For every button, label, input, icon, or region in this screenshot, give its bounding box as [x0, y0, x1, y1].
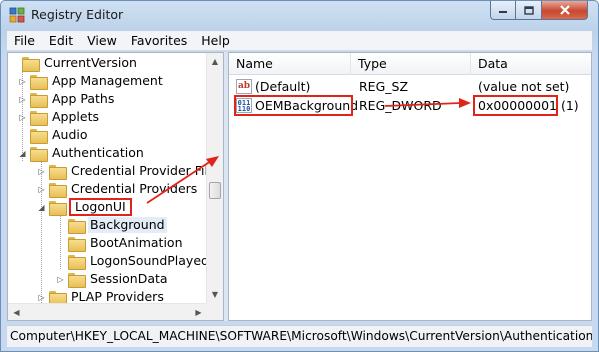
expand-arrow-icon[interactable]: ▷: [18, 95, 27, 104]
tree-item-currentversion[interactable]: CurrentVersion: [10, 54, 139, 72]
registry-editor-icon: [9, 7, 25, 23]
value-data: (value not set): [478, 79, 570, 94]
tree-item-label-highlighted: LogonUI: [69, 198, 132, 216]
folder-icon: [68, 236, 86, 252]
folder-icon: [30, 110, 48, 126]
value-type: REG_DWORD: [359, 98, 442, 113]
folder-icon: [22, 56, 40, 72]
folder-icon: [30, 74, 48, 90]
scroll-up-arrow-icon[interactable]: ▲: [207, 53, 223, 70]
tree-item-label: Credential Providers: [71, 181, 198, 196]
tree-vertical-scrollbar[interactable]: ▲ ▼: [206, 53, 223, 303]
tree-item-app-management[interactable]: ▷ App Management: [18, 72, 165, 90]
minimize-icon: [499, 11, 507, 13]
column-header-name[interactable]: Name: [229, 53, 351, 75]
value-row-default[interactable]: ab (Default) REG_SZ (value not set): [229, 78, 591, 96]
tree-item-logonsoundplayed[interactable]: LogonSoundPlayed: [68, 252, 211, 270]
tree-item-authentication[interactable]: ◢ Authentication: [18, 144, 146, 162]
maximize-button[interactable]: [516, 1, 542, 20]
tree-item-logonui[interactable]: ◢ LogonUI: [37, 198, 132, 216]
folder-icon: [49, 182, 67, 198]
expand-arrow-icon[interactable]: ▷: [56, 275, 65, 284]
folder-icon: [49, 200, 67, 216]
tree-item-app-paths[interactable]: ▷ App Paths: [18, 90, 116, 108]
folder-icon: [49, 164, 67, 180]
list-header: Name Type Data: [229, 53, 591, 75]
menu-file[interactable]: File: [7, 31, 42, 51]
window-title: Registry Editor: [31, 7, 124, 22]
close-icon: [559, 5, 570, 15]
tree-item-label: App Paths: [52, 91, 115, 106]
tree-item-credential-providers[interactable]: ▷ Credential Providers: [37, 180, 199, 198]
expand-arrow-icon[interactable]: ▷: [37, 167, 46, 176]
close-button[interactable]: [542, 1, 588, 20]
folder-icon: [68, 272, 86, 288]
folder-icon: [68, 218, 86, 234]
menu-favorites[interactable]: Favorites: [124, 31, 194, 51]
tree-item-label: Audio: [52, 127, 88, 142]
expand-arrow-icon[interactable]: ▷: [18, 77, 27, 86]
expand-arrow-icon[interactable]: ▷: [37, 293, 46, 302]
tree-item-audio[interactable]: Audio: [18, 126, 90, 144]
caption-buttons: [490, 1, 592, 21]
string-value-icon: ab: [236, 79, 252, 94]
tree-item-label: Credential Provider Filters: [71, 163, 224, 178]
tree-item-label: SessionData: [90, 271, 168, 286]
scrollbar-thumb[interactable]: [209, 182, 221, 199]
menu-bar: File Edit View Favorites Help: [7, 31, 592, 51]
collapse-arrow-icon[interactable]: [10, 59, 19, 68]
tree-horizontal-scrollbar[interactable]: ◀ ▶: [8, 303, 207, 320]
folder-icon: [30, 146, 48, 162]
key-tree-pane[interactable]: CurrentVersion ▷ App Management ▷ App Pa…: [7, 52, 224, 321]
scroll-left-arrow-icon[interactable]: ◀: [8, 304, 25, 320]
tree-item-applets[interactable]: ▷ Applets: [18, 108, 101, 126]
tree-item-background[interactable]: Background: [68, 216, 167, 234]
minimize-button[interactable]: [490, 1, 516, 20]
scroll-down-arrow-icon[interactable]: ▼: [207, 286, 223, 303]
values-list-pane[interactable]: Name Type Data ab (Default) REG_SZ (valu…: [228, 52, 592, 321]
expand-arrow-icon[interactable]: ▷: [37, 185, 46, 194]
expand-arrow-icon[interactable]: ▷: [18, 113, 27, 122]
tree-item-sessiondata[interactable]: ▷ SessionData: [56, 270, 170, 288]
folder-icon: [68, 254, 86, 270]
value-type: REG_SZ: [359, 79, 409, 94]
folder-icon: [30, 92, 48, 108]
status-bar-path: Computer\HKEY_LOCAL_MACHINE\SOFTWARE\Mic…: [7, 325, 592, 347]
menu-view[interactable]: View: [80, 31, 124, 51]
tree-item-label: Applets: [52, 109, 99, 124]
tree-item-label-selected: Background: [88, 217, 167, 233]
annotation-box-value-name: [234, 95, 353, 116]
collapse-arrow-icon[interactable]: ◢: [18, 149, 27, 158]
menu-help[interactable]: Help: [194, 31, 237, 51]
column-header-data[interactable]: Data: [471, 53, 591, 75]
maximize-icon: [523, 5, 534, 15]
tree-item-label: CurrentVersion: [44, 55, 137, 70]
collapse-arrow-icon[interactable]: ◢: [37, 203, 46, 212]
scroll-right-arrow-icon[interactable]: ▶: [190, 304, 207, 320]
column-header-type[interactable]: Type: [351, 53, 471, 75]
value-name: (Default): [255, 79, 311, 94]
registry-editor-window: Registry Editor File Edit View Favorites…: [0, 0, 599, 352]
title-bar: Registry Editor: [1, 1, 598, 29]
tree-item-label: BootAnimation: [90, 235, 183, 250]
tree-item-credential-provider-filters[interactable]: ▷ Credential Provider Filters: [37, 162, 224, 180]
menu-edit[interactable]: Edit: [42, 31, 80, 51]
tree-item-label: Authentication: [52, 145, 144, 160]
folder-icon: [30, 128, 48, 144]
tree-item-label: LogonSoundPlayed: [90, 253, 209, 268]
annotation-box-value-data: [473, 95, 558, 116]
tree-item-bootanimation[interactable]: BootAnimation: [68, 234, 185, 252]
folder-icon: [49, 290, 67, 306]
tree-item-label: App Management: [52, 73, 163, 88]
